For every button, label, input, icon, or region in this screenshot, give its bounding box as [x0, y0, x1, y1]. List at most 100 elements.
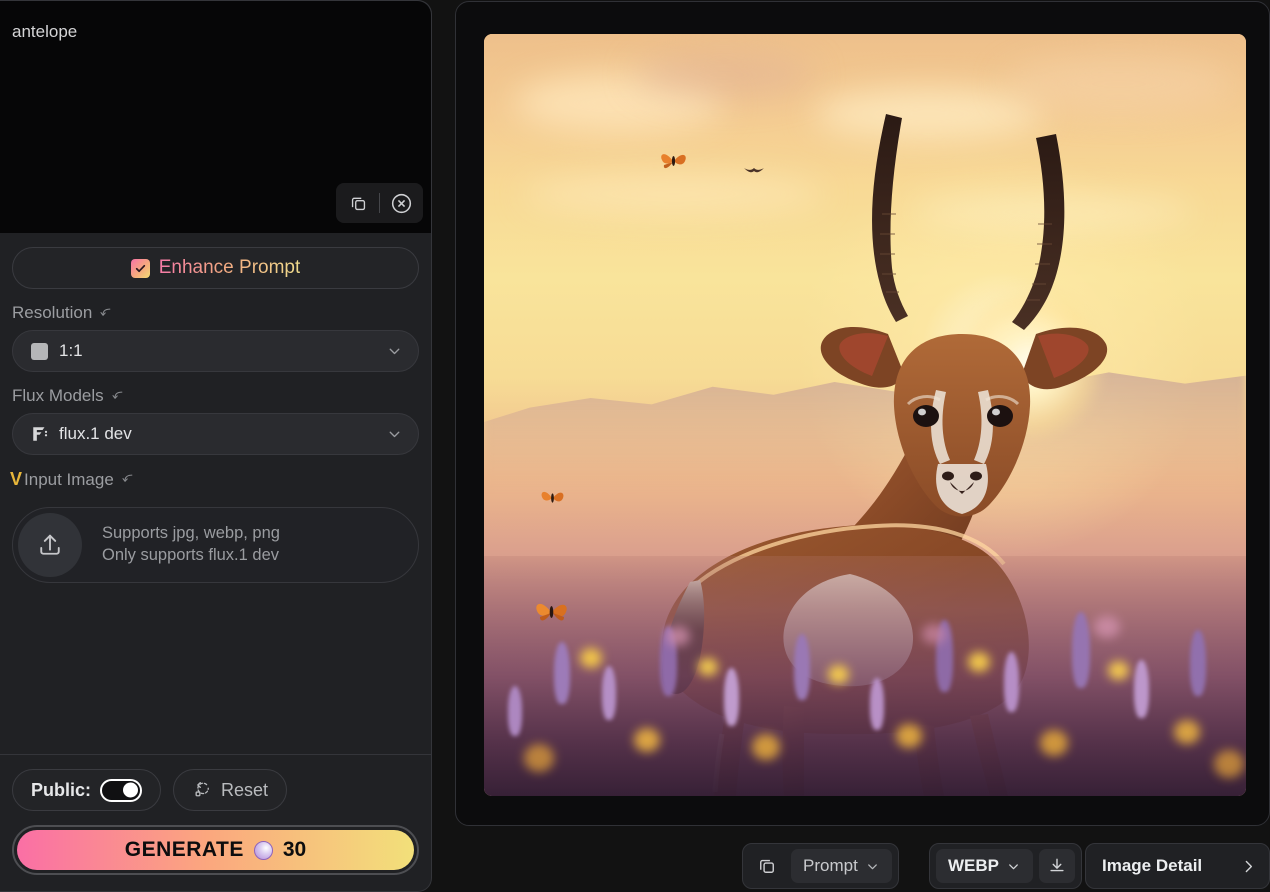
copy-icon	[351, 197, 365, 210]
format-dropdown[interactable]: WEBP	[936, 849, 1033, 883]
pink-flower	[666, 626, 690, 646]
lavender-flower	[1072, 612, 1090, 688]
curved-arrow-down-icon	[100, 308, 111, 316]
public-switch-knob	[123, 782, 139, 798]
wildflower-meadow	[484, 556, 1246, 796]
input-image-badge: V	[10, 469, 23, 489]
yellow-flower	[1174, 720, 1200, 744]
prompt-toolbar-group: Prompt	[742, 843, 899, 889]
upload-hint: Supports jpg, webp, png Only supports fl…	[102, 523, 280, 567]
download-icon	[1050, 858, 1064, 872]
copy-image-prompt-button[interactable]	[749, 849, 785, 883]
curved-arrow-down-icon	[112, 391, 123, 399]
upload-hint-line2: Only supports flux.1 dev	[102, 546, 280, 564]
lavender-flower	[1134, 660, 1149, 718]
upload-arrow-icon	[18, 513, 82, 577]
yellow-flower	[968, 652, 990, 672]
aspect-ratio-square-icon	[31, 342, 48, 360]
generate-credits: 30	[282, 838, 307, 861]
chevron-right-icon	[1245, 860, 1253, 872]
image-detail-button[interactable]: Image Detail	[1085, 843, 1270, 889]
prompt-dropdown[interactable]: Prompt	[791, 849, 892, 883]
checkbox-checked-icon	[130, 258, 150, 278]
lavender-flower	[554, 642, 570, 704]
clear-prompt-button[interactable]	[385, 187, 417, 219]
input-image-label-row: V Input Image	[10, 469, 431, 490]
prompt-textarea[interactable]: antelope	[0, 1, 431, 233]
generate-label: GENERATE	[124, 838, 244, 861]
flux-model-select[interactable]: flux.1 dev	[12, 413, 419, 455]
public-label: Public:	[31, 779, 92, 800]
resolution-select[interactable]: 1:1	[12, 330, 419, 372]
flux-models-label: Flux Models	[12, 386, 104, 405]
chevron-down-icon	[386, 343, 403, 360]
antelope-eye-right	[987, 405, 1013, 427]
download-button[interactable]	[1039, 849, 1075, 883]
generate-button[interactable]: GENERATE 30	[17, 830, 414, 870]
clear-circle-x-icon	[391, 193, 411, 213]
public-switch[interactable]	[100, 778, 143, 802]
format-dropdown-label: WEBP	[948, 856, 999, 875]
chevron-down-icon	[1009, 863, 1018, 869]
image-detail-label: Image Detail	[1102, 856, 1203, 875]
upload-hint-line1: Supports jpg, webp, png	[102, 524, 280, 543]
input-image-upload-dropzone[interactable]: Supports jpg, webp, png Only supports fl…	[12, 507, 419, 583]
prompt-dropdown-label: Prompt	[803, 856, 858, 875]
pink-flower	[922, 624, 946, 644]
yellow-flower	[896, 724, 922, 748]
antelope-eye-left	[913, 405, 939, 427]
generated-image[interactable]	[484, 34, 1246, 796]
resolution-value: 1:1	[59, 341, 83, 360]
yellow-flower	[524, 744, 554, 772]
preview-region: Prompt WEBP Image Detail	[440, 0, 1270, 892]
yellow-flower	[752, 734, 780, 760]
lavender-flower	[508, 686, 522, 736]
generate-button-wrapper: GENERATE 30	[12, 825, 419, 875]
reset-label: Reset	[221, 779, 269, 800]
lavender-flower	[602, 666, 616, 720]
butterfly	[536, 603, 567, 621]
sidebar-controls: Enhance Prompt Resolution 1:1 Flux Model	[0, 233, 431, 754]
flux-logo-icon	[31, 425, 49, 443]
yellow-flower	[1040, 730, 1068, 756]
butterfly	[661, 154, 686, 169]
prompt-tools	[336, 183, 423, 223]
enhance-prompt-label: Enhance Prompt	[158, 257, 301, 278]
copy-prompt-button[interactable]	[342, 187, 374, 219]
reset-icon	[195, 782, 209, 797]
sidebar-footer: Public: Reset GENERATE 30	[0, 754, 431, 891]
lavender-flower	[1004, 652, 1019, 712]
reset-button[interactable]: Reset	[173, 769, 288, 811]
antelope-horn-left	[872, 114, 908, 322]
public-toggle[interactable]: Public:	[12, 769, 162, 811]
lavender-flower	[794, 634, 810, 700]
lavender-flower	[870, 678, 884, 730]
yellow-flower	[1214, 750, 1244, 778]
input-image-label: Input Image	[24, 469, 114, 489]
yellow-flower	[634, 728, 660, 752]
yellow-flower	[1108, 661, 1129, 680]
gem-credit-icon	[253, 840, 273, 860]
image-preview-panel	[455, 1, 1270, 826]
footer-actions-row: Public: Reset	[12, 769, 419, 811]
butterfly	[541, 491, 564, 503]
yellow-flower	[828, 665, 849, 684]
tool-divider	[379, 193, 380, 213]
prompt-value: antelope	[12, 22, 78, 41]
yellow-flower	[698, 658, 718, 676]
copy-icon	[760, 859, 774, 873]
resolution-label: Resolution	[12, 303, 93, 322]
export-toolbar-group: WEBP	[929, 843, 1082, 889]
enhance-prompt-toggle[interactable]: Enhance Prompt	[12, 247, 419, 289]
lavender-flower	[724, 668, 739, 726]
resolution-label-row: Resolution	[12, 303, 431, 323]
chevron-down-icon	[867, 863, 877, 869]
yellow-flower	[580, 648, 602, 668]
bird-silhouette	[744, 168, 764, 173]
lavender-flower	[1190, 630, 1206, 696]
control-sidebar: antelope Enhance Prompt Resolution 1:1 F…	[0, 0, 432, 892]
app-root: antelope Enhance Prompt Resolution 1:1 F…	[0, 0, 1270, 892]
pink-flower	[1094, 616, 1120, 638]
chevron-down-icon	[386, 426, 403, 443]
